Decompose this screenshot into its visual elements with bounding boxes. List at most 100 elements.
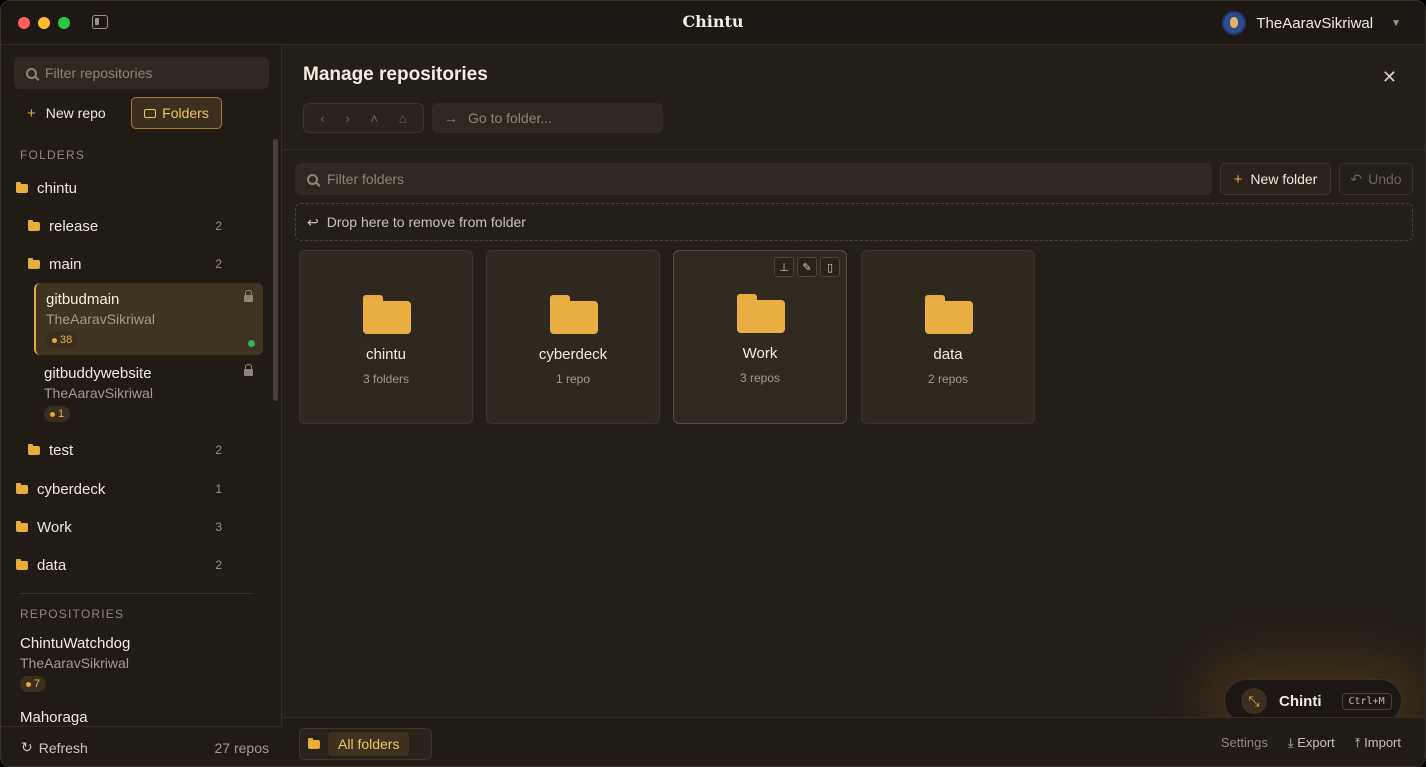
changes-badge: 1 — [44, 406, 71, 422]
refresh-button[interactable]: ↻ Refresh — [21, 739, 88, 756]
folders-section-label: FOLDERS — [20, 148, 86, 162]
folder-icon — [28, 257, 40, 269]
home-icon[interactable]: ⌂ — [399, 111, 407, 126]
sidebar-folder-data[interactable]: data 2 — [16, 553, 278, 577]
repo-item-mahoraga[interactable]: Mahoraga — [10, 701, 260, 727]
folder-count: 3 — [215, 520, 222, 534]
title-bar: Chintu TheAaravSikriwal ▼ — [1, 1, 1425, 45]
repo-item-gitbudmain[interactable]: gitbudmain TheAaravSikriwal 38 — [34, 283, 263, 355]
folder-label: cyberdeck — [37, 480, 106, 498]
tile-subtitle: 3 folders — [362, 372, 410, 386]
repo-owner: TheAaravSikriwal — [44, 385, 153, 401]
tile-subtitle: 3 repos — [739, 371, 781, 385]
undo-button[interactable]: ↶ Undo — [1339, 163, 1413, 195]
folder-count: 1 — [215, 482, 222, 496]
settings-link[interactable]: Settings — [1221, 735, 1268, 751]
folder-icon — [16, 181, 28, 193]
refresh-icon: ↻ — [21, 739, 33, 755]
all-folders-breadcrumb[interactable]: All folders — [299, 728, 432, 760]
export-button[interactable]: ⤓ Export — [1288, 735, 1335, 751]
divider — [283, 149, 1425, 150]
go-to-folder-field[interactable]: → — [432, 103, 663, 133]
up-icon[interactable]: ˄ — [370, 111, 378, 126]
arrow-right-icon: → — [444, 110, 458, 126]
folder-count: 2 — [215, 558, 222, 572]
folder-icon — [28, 443, 40, 455]
new-folder-button[interactable]: + New folder — [1220, 163, 1331, 195]
repo-name: gitbudmain — [46, 291, 120, 308]
folder-tile-cyberdeck[interactable]: cyberdeck 1 repo — [486, 250, 660, 424]
folder-tile-work[interactable]: ⊥ ✎ ▯ Work 3 repos — [673, 250, 847, 424]
avatar — [1222, 11, 1247, 35]
tile-subtitle: 1 repo — [555, 372, 591, 386]
folders-button[interactable]: Folders — [131, 97, 222, 129]
folder-icon — [550, 295, 598, 335]
forward-icon[interactable]: › — [345, 111, 349, 126]
folder-label: data — [37, 556, 67, 574]
lock-icon — [244, 364, 253, 376]
repo-item-chintuwatchdog[interactable]: ChintuWatchdog TheAaravSikriwal 7 — [10, 627, 260, 699]
trash-icon[interactable]: ▯ — [820, 257, 840, 277]
manage-repositories-panel: Manage repositories ✕ ‹ › ˄ ⌂ → + New fo… — [283, 45, 1425, 766]
chinti-label: Chinti — [1279, 692, 1322, 710]
tile-name: cyberdeck — [538, 346, 608, 363]
folder-icon — [16, 520, 28, 532]
folder-tile-data[interactable]: data 2 repos — [861, 250, 1035, 424]
app-title: Chintu — [682, 12, 744, 31]
plus-icon: + — [1233, 170, 1243, 188]
folder-icon — [16, 482, 28, 494]
tile-name: data — [933, 346, 963, 363]
status-dot — [248, 340, 255, 347]
folder-icon — [308, 737, 320, 749]
folder-label: release — [49, 217, 99, 235]
folder-icon — [363, 295, 411, 335]
folder-icon — [28, 219, 40, 231]
folder-icon — [737, 294, 785, 334]
sidebar-folder-release[interactable]: release 2 — [28, 214, 278, 238]
caret-down-icon: ▼ — [1391, 17, 1401, 29]
import-button[interactable]: ⤒ Import — [1355, 735, 1401, 751]
back-icon[interactable]: ‹ — [320, 111, 324, 126]
folder-tile-chintu[interactable]: chintu 3 folders — [299, 250, 473, 424]
go-to-folder-input[interactable] — [468, 110, 663, 126]
repo-item-gitbuddywebsite[interactable]: gitbuddywebsite TheAaravSikriwal 1 — [34, 357, 263, 429]
filter-repositories-input[interactable] — [45, 65, 269, 81]
repo-owner: TheAaravSikriwal — [20, 655, 129, 671]
tile-actions: ⊥ ✎ ▯ — [774, 257, 840, 277]
main-footer: All folders Settings ⤓ Export ⤒ Import — [283, 717, 1425, 766]
sidebar-folder-test[interactable]: test 2 — [28, 438, 278, 462]
sidebar-folder-main[interactable]: main 2 — [28, 252, 278, 276]
tile-subtitle: 2 repos — [927, 372, 969, 386]
lock-icon — [244, 290, 253, 302]
remove-from-folder-dropzone[interactable]: ↩ Drop here to remove from folder — [295, 203, 1413, 241]
shortcut-key: Ctrl+M — [1341, 692, 1392, 710]
collapse-arrows-icon: ⤡ — [1241, 688, 1267, 714]
sidebar-folder-cyberdeck[interactable]: cyberdeck 1 — [16, 477, 278, 501]
refresh-label: Refresh — [38, 739, 88, 756]
close-icon[interactable]: ✕ — [1382, 67, 1397, 88]
edit-icon[interactable]: ✎ — [797, 257, 817, 277]
search-icon — [307, 173, 318, 185]
filter-repositories-field[interactable] — [14, 57, 269, 89]
folder-label: Work — [37, 518, 72, 536]
new-repo-button[interactable]: + New repo — [19, 97, 114, 129]
sidebar-scrollbar[interactable] — [273, 139, 278, 401]
user-menu[interactable]: TheAaravSikriwal ▼ — [1222, 11, 1401, 35]
pin-icon[interactable]: ⊥ — [774, 257, 794, 277]
filter-folders-input[interactable] — [327, 171, 1212, 187]
new-repo-label: New repo — [45, 105, 106, 121]
folder-icon — [925, 295, 973, 335]
sidebar-footer: ↻ Refresh 27 repos — [1, 726, 282, 766]
sidebar-folder-work[interactable]: Work 3 — [16, 515, 278, 539]
folder-icon — [16, 558, 28, 570]
footer-links: Settings ⤓ Export ⤒ Import — [1221, 735, 1401, 751]
repositories-section-label: REPOSITORIES — [20, 607, 125, 621]
user-name: TheAaravSikriwal — [1256, 14, 1374, 32]
app-window: Chintu TheAaravSikriwal ▼ + New repo Fol… — [0, 0, 1426, 767]
folder-count: 2 — [215, 219, 222, 233]
sidebar-folder-chintu[interactable]: chintu — [16, 176, 278, 200]
sidebar: + New repo Folders FOLDERS chintu releas… — [1, 45, 282, 766]
filter-folders-field[interactable] — [295, 163, 1212, 195]
plus-icon: + — [27, 104, 36, 122]
tile-name: Work — [742, 345, 778, 362]
